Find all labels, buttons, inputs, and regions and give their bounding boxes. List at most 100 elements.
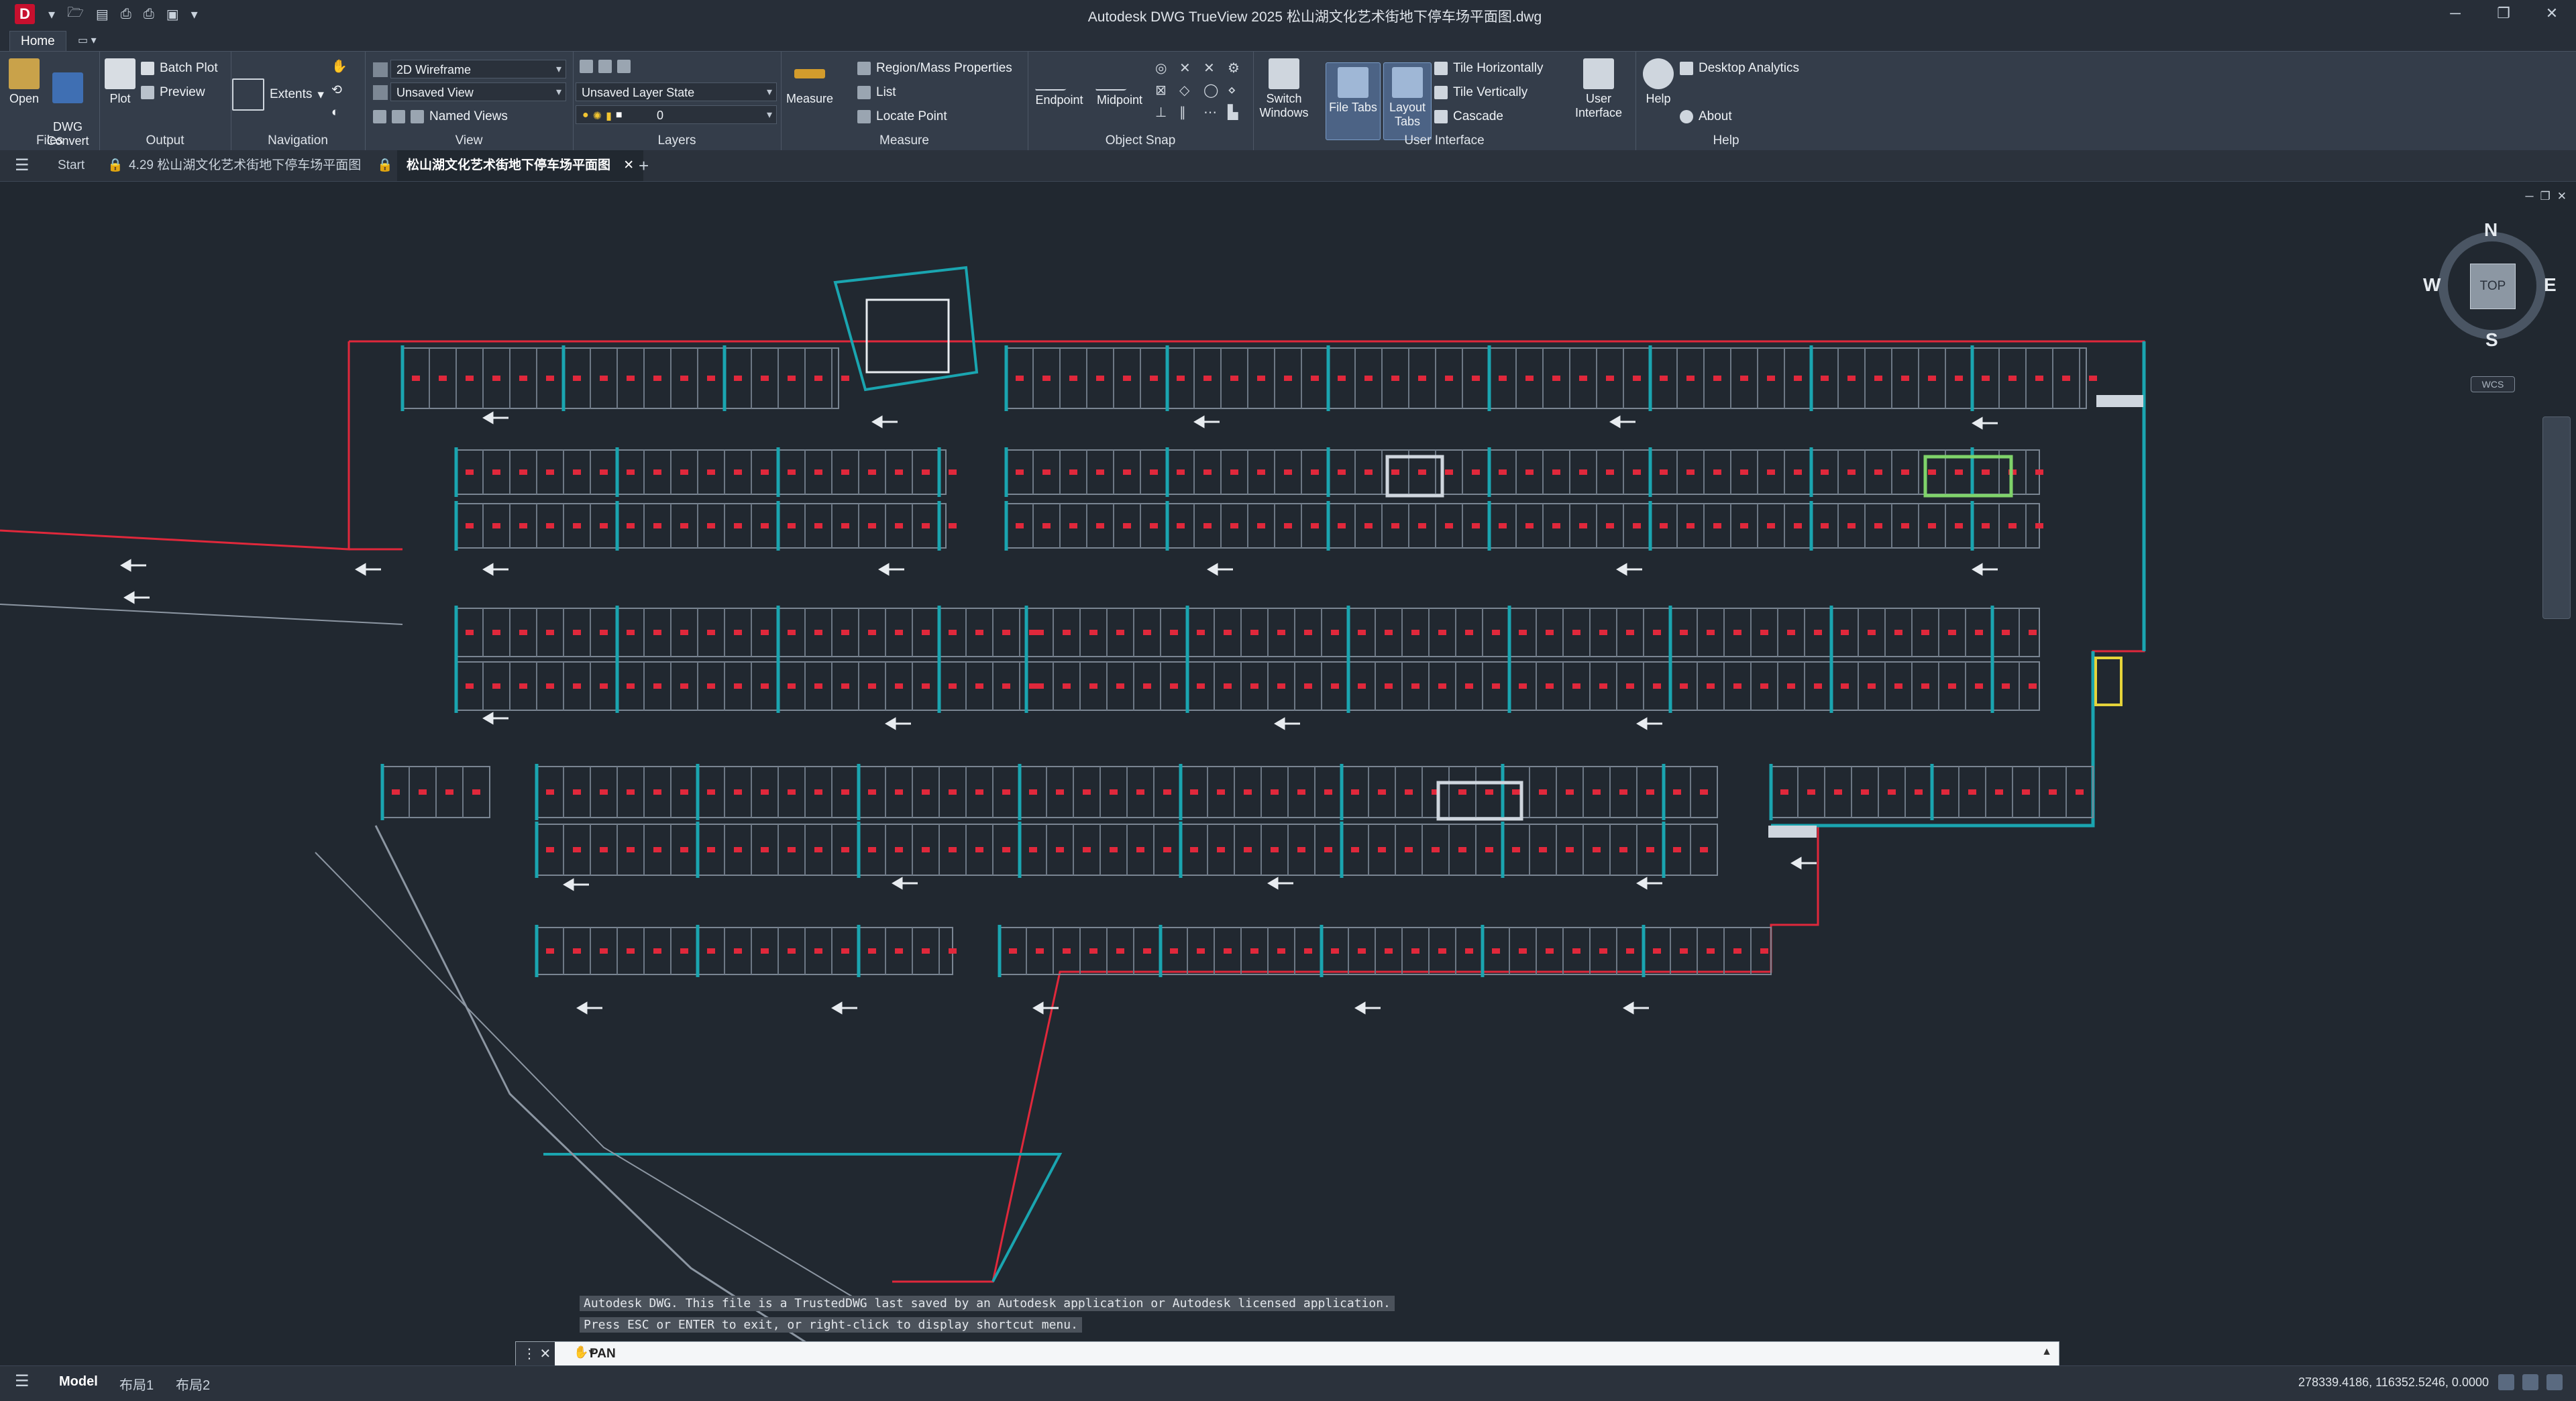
command-input[interactable] xyxy=(570,1342,2053,1366)
minimize-button[interactable]: ─ xyxy=(2431,0,2479,28)
batch-plot-icon[interactable]: ⎙ xyxy=(144,7,154,22)
navigation-bar[interactable] xyxy=(2542,416,2571,619)
switch-windows-button[interactable]: Switch Windows xyxy=(1256,58,1312,120)
locate-point-label: Locate Point xyxy=(876,109,947,123)
stall-marker xyxy=(1002,683,1010,689)
stall-marker xyxy=(868,683,876,689)
stall-marker xyxy=(680,630,688,635)
minimize-viewport-icon[interactable]: ─ xyxy=(2525,190,2533,203)
parallel-snap-icon[interactable]: ∥ xyxy=(1179,104,1201,121)
extension-snap-icon[interactable]: ⋯ xyxy=(1203,104,1225,121)
tab-model[interactable]: Model xyxy=(59,1374,98,1390)
perpendicular-snap-icon[interactable]: ⊥ xyxy=(1155,104,1177,121)
tab-layout-1[interactable]: 布局1 xyxy=(119,1374,154,1394)
plot-icon[interactable]: ⎙ xyxy=(121,7,131,22)
visual-style-dropdown[interactable]: 2D Wireframe xyxy=(390,60,566,79)
qat-menu-icon[interactable]: ▾ xyxy=(191,6,198,23)
tab-layout-2[interactable]: 布局2 xyxy=(176,1374,210,1394)
restore-viewport-icon[interactable]: ❐ xyxy=(2540,190,2551,203)
tile-vertically-button[interactable]: Tile Vertically xyxy=(1434,85,1527,100)
list-button[interactable]: List xyxy=(857,85,896,100)
region-mass-button[interactable]: Region/Mass Properties xyxy=(857,61,1012,76)
stall-marker xyxy=(1364,376,1373,381)
pan-button[interactable]: ✋ xyxy=(331,58,347,74)
cascade-button[interactable]: Cascade xyxy=(1434,109,1503,124)
layout-menu-icon[interactable]: ☰ xyxy=(15,1371,30,1391)
compass-north[interactable]: N xyxy=(2484,219,2498,241)
locate-point-button[interactable]: Locate Point xyxy=(857,109,947,124)
compass-west[interactable]: W xyxy=(2423,274,2440,296)
close-button[interactable]: ✕ xyxy=(2528,0,2576,28)
command-history-line: Autodesk DWG. This file is a TrustedDWG … xyxy=(580,1296,1395,1311)
floor-plan-drawing[interactable] xyxy=(0,182,2576,1363)
close-tab-icon[interactable]: ✕ xyxy=(623,158,634,172)
tab-file-1[interactable]: 4.29 松山湖文化艺术街地下停车场平面图 xyxy=(129,150,361,181)
tab-start[interactable]: Start xyxy=(58,150,85,181)
view-cube-top-face[interactable]: TOP xyxy=(2470,264,2516,309)
menu-icon[interactable]: ☰ xyxy=(15,150,30,181)
named-view-dropdown[interactable]: Unsaved View xyxy=(390,82,566,102)
stall-marker xyxy=(1338,376,1346,381)
steering-wheel-button[interactable]: ◐ xyxy=(331,105,339,120)
snap-settings-icon[interactable]: ⚙ xyxy=(1228,60,1249,76)
nearest-snap-icon[interactable]: ⋄ xyxy=(1228,82,1249,99)
batch-plot-button[interactable]: Batch Plot xyxy=(141,61,218,76)
restore-button[interactable]: ❐ xyxy=(2479,0,2528,28)
apparent-snap-icon[interactable]: ✕ xyxy=(1203,60,1225,76)
save-icon[interactable]: ▤ xyxy=(96,6,109,23)
extents-button[interactable]: Extents ▾ xyxy=(232,78,324,111)
hatched-area xyxy=(1768,826,1817,838)
user-interface-button[interactable]: User Interface xyxy=(1568,58,1629,120)
preview-button[interactable]: Preview xyxy=(141,85,205,100)
plot-preview-icon[interactable]: ▣ xyxy=(166,6,179,23)
command-close-icon[interactable]: ⋮ ✕ 🔧 xyxy=(516,1342,555,1386)
midpoint-snap-button[interactable]: Midpoint xyxy=(1089,58,1150,107)
tab-home[interactable]: Home xyxy=(9,31,66,52)
drawing-canvas[interactable]: ─ ❐ ✕ TOP N S E W WCS xyxy=(0,182,2576,1363)
stall-marker xyxy=(1821,376,1829,381)
fullscreen-icon[interactable] xyxy=(2522,1374,2538,1390)
chevron-up-icon[interactable]: ▲ xyxy=(2041,1346,2052,1358)
close-viewport-icon[interactable]: ✕ xyxy=(2557,190,2567,203)
help-button[interactable]: Help xyxy=(1638,58,1678,106)
file-tabs-toggle[interactable]: File Tabs xyxy=(1326,62,1381,140)
snap-toggle-icon[interactable]: ▙ xyxy=(1228,104,1249,121)
customize-icon[interactable] xyxy=(2546,1374,2563,1390)
layer-tools[interactable] xyxy=(580,60,631,73)
stall-marker xyxy=(1794,469,1802,475)
stall-marker xyxy=(1116,630,1124,635)
workspace-icon[interactable] xyxy=(2498,1374,2514,1390)
stall-marker xyxy=(1955,469,1963,475)
view-cube[interactable]: TOP N S E W xyxy=(2423,219,2557,351)
center-snap-icon[interactable]: ◎ xyxy=(1155,60,1177,76)
endpoint-snap-button[interactable]: Endpoint xyxy=(1030,58,1088,107)
tile-horizontally-button[interactable]: Tile Horizontally xyxy=(1434,61,1543,76)
new-tab-button[interactable]: + xyxy=(639,150,649,181)
intersection-snap-icon[interactable]: ✕ xyxy=(1179,60,1201,76)
quadrant-snap-icon[interactable]: ◇ xyxy=(1179,82,1201,99)
stall-marker xyxy=(1874,376,1882,381)
layout-tabs-toggle[interactable]: Layout Tabs xyxy=(1383,62,1432,140)
about-button[interactable]: About xyxy=(1680,109,1732,124)
layer-state-dropdown[interactable]: Unsaved Layer State xyxy=(576,82,777,102)
app-logo-icon[interactable]: D xyxy=(15,4,35,24)
compass-east[interactable]: E xyxy=(2544,274,2557,296)
tab-file-2[interactable]: 松山湖文化艺术街地下停车场平面图 ✕ xyxy=(397,150,644,181)
traffic-arrow xyxy=(1274,717,1300,730)
ribbon-options-icon[interactable]: ▭ ▾ xyxy=(78,34,97,47)
stall-marker xyxy=(1096,376,1104,381)
desktop-analytics-button[interactable]: Desktop Analytics xyxy=(1680,61,1799,76)
stall-marker xyxy=(1297,847,1305,852)
measure-button[interactable]: Measure xyxy=(786,58,833,106)
stall-marker xyxy=(868,523,876,528)
compass-south[interactable]: S xyxy=(2485,329,2498,351)
named-views-button[interactable]: Named Views xyxy=(373,109,508,124)
node-snap-icon[interactable]: ⊠ xyxy=(1155,82,1177,99)
wcs-menu[interactable]: WCS xyxy=(2471,376,2515,392)
dropdown-icon[interactable]: ▾ xyxy=(48,6,55,23)
open-button[interactable]: Open xyxy=(5,58,43,106)
orbit-button[interactable]: ⟲ xyxy=(331,82,342,98)
tangent-snap-icon[interactable]: ◯ xyxy=(1203,82,1225,99)
plot-button[interactable]: Plot xyxy=(102,58,138,106)
open-folder-icon[interactable]: 🗁 xyxy=(67,3,84,25)
